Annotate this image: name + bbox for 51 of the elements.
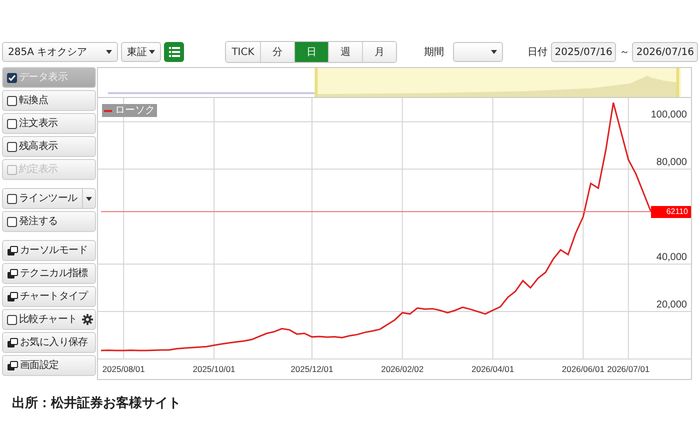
sidebar-label: 比較チャート: [19, 312, 78, 327]
interval-tab[interactable]: 週: [328, 42, 362, 62]
axis-label: 100,000: [650, 110, 687, 121]
sidebar-label: お気に入り保存: [20, 336, 89, 350]
sidebar-label: チャートタイプ: [20, 290, 90, 304]
axis-label: 2026/06/01: [562, 364, 604, 374]
sidebar-label: データ表示: [19, 70, 69, 85]
sidebar-button[interactable]: 転換点: [2, 90, 96, 111]
sidebar-button[interactable]: 発注する: [2, 211, 96, 232]
axis-label: 2026/07/01: [607, 364, 650, 374]
period-label: 期間: [424, 46, 444, 60]
source-caption: 出所：松井証券お客様サイト: [12, 394, 182, 413]
sidebar-button[interactable]: 比較チャート: [2, 309, 96, 330]
sidebar-label: 残高表示: [19, 140, 59, 154]
sidebar-label: 発注する: [19, 214, 59, 229]
date-separator: ～: [619, 46, 630, 60]
symbol-select[interactable]: 285A キオクシア: [2, 42, 118, 62]
sidebar-button[interactable]: ラインツール: [2, 188, 96, 209]
select-value: 東証: [127, 46, 147, 60]
sidebar-button[interactable]: 残高表示: [2, 136, 96, 157]
market-select[interactable]: 東証: [121, 42, 161, 62]
sidebar-label: 注文表示: [19, 116, 59, 131]
axis-label: 2026/04/01: [472, 364, 514, 374]
axis-label: 2025/12/01: [290, 364, 334, 374]
sidebar-label: テクニカル指標: [20, 266, 89, 281]
interval-tab[interactable]: TICK: [226, 42, 260, 62]
axis-label: 2025/10/01: [192, 364, 236, 374]
sidebar-label: 画面設定: [20, 358, 60, 373]
interval-tab[interactable]: 日: [294, 42, 328, 62]
sidebar-button[interactable]: チャートタイプ: [2, 286, 96, 307]
sidebar-button[interactable]: お気に入り保存: [2, 332, 96, 353]
axis-label: 40,000: [656, 252, 687, 264]
sidebar-button[interactable]: テクニカル指標: [2, 263, 96, 284]
sidebar-label: カーソルモード: [20, 244, 89, 258]
axis-label: 20,000: [656, 300, 687, 311]
date-label: 日付: [528, 46, 548, 60]
sidebar-label: ラインツール: [19, 192, 78, 206]
axis-label: 80,000: [656, 157, 687, 168]
price-badge: 62110: [651, 206, 691, 218]
chart-type-label: ローソク: [115, 104, 155, 117]
sidebar-button[interactable]: 注文表示: [2, 113, 96, 134]
date-field[interactable]: 2026/07/16: [632, 42, 698, 62]
axis-label: 2026/02/02: [381, 364, 424, 374]
date-field[interactable]: 2025/07/16: [550, 42, 616, 62]
sidebar-button[interactable]: カーソルモード: [2, 240, 96, 261]
interval-tab[interactable]: 分: [260, 42, 294, 62]
axis-label: 2025/08/01: [102, 364, 145, 374]
sidebar-button[interactable]: 画面設定: [2, 355, 96, 376]
interval-tab[interactable]: 月: [362, 42, 396, 62]
sidebar-label: 転換点: [19, 94, 50, 108]
select-value: 285A キオクシア: [8, 46, 88, 60]
